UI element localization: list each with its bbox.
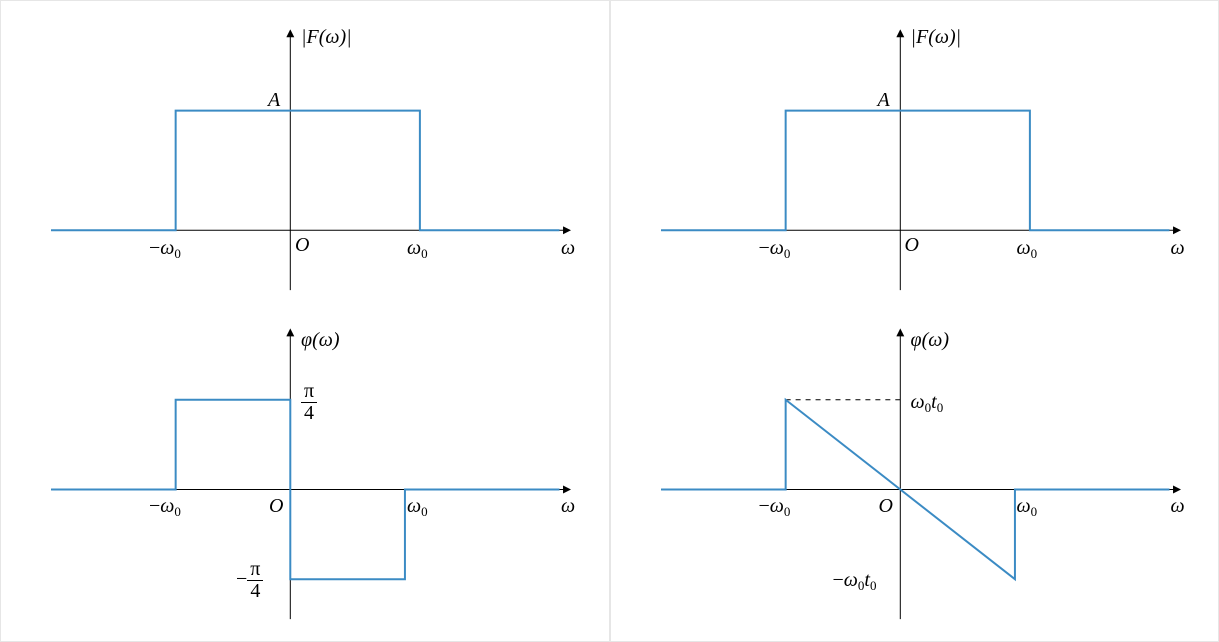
right-panel: |F(ω)| A O −ω0 ω0 ω φ(ω) ω0t0 −ω0t0 O −ω…	[610, 0, 1219, 642]
right-svg	[611, 1, 1219, 641]
figure-container: |F(ω)| A O −ω0 ω0 ω φ(ω) π4 −π4 O −ω0 ω0…	[0, 0, 1219, 642]
left-panel: |F(ω)| A O −ω0 ω0 ω φ(ω) π4 −π4 O −ω0 ω0…	[0, 0, 610, 642]
left-svg	[1, 1, 609, 641]
